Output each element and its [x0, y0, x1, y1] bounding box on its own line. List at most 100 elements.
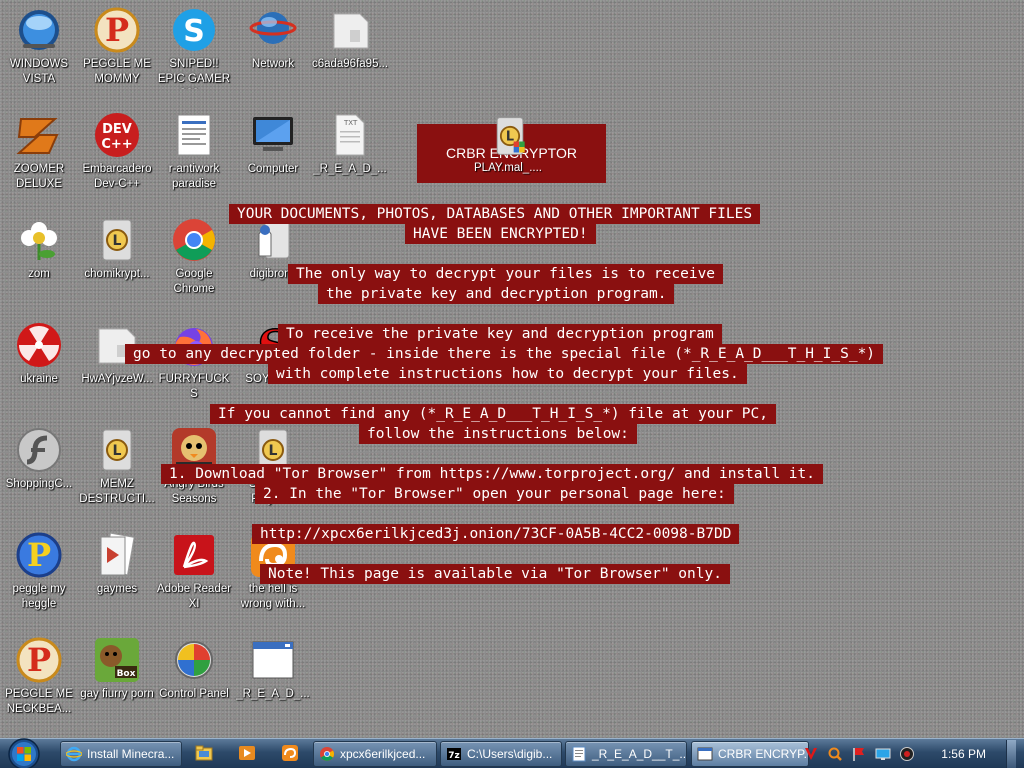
- desktop-icon-gay-fiurry-porn[interactable]: Box gay fiurry porn: [78, 630, 156, 732]
- desktop-icon-sniped[interactable]: S SNIPED!! EPIC GAMER 360...: [155, 0, 233, 102]
- taskbar-item-7zip[interactable]: 7z C:\Users\digib...: [440, 741, 562, 767]
- taskbar: Install Minecra... xpcx6erilkjced... 7z …: [0, 738, 1024, 768]
- desktop-icon-adobe-reader[interactable]: Adobe Reader XI: [155, 525, 233, 627]
- box-game-icon: Box: [93, 636, 141, 684]
- control-panel-icon: [170, 636, 218, 684]
- computer-icon: [249, 111, 297, 159]
- desktop-icon-zoomer-deluxe[interactable]: ZOOMER DELUXE: [0, 105, 78, 207]
- ransom-line: follow the instructions below:: [359, 424, 637, 444]
- monitor-icon[interactable]: [875, 746, 891, 762]
- icon-label: MEMZ DESTRUCTI...: [79, 478, 155, 505]
- icon-label: _R_E_A_D_...: [236, 688, 310, 700]
- show-desktop-button[interactable]: [1006, 740, 1016, 768]
- desktop-icon-peggle-me-mommy[interactable]: P PEGGLE ME MOMMY: [78, 0, 156, 102]
- adobe-reader-icon: [170, 531, 218, 579]
- ie-icon: [66, 746, 82, 762]
- icon-label: zom: [28, 268, 50, 280]
- uc-browser-icon[interactable]: [281, 744, 299, 762]
- icon-label: gaymes: [96, 583, 138, 595]
- icon-label: chomikrypt...: [84, 268, 150, 280]
- taskbar-item-label: xpcx6erilkjced...: [340, 747, 426, 761]
- blank-file-icon: [326, 6, 374, 54]
- ransom-file-icon: L: [93, 426, 141, 474]
- explorer-icon[interactable]: [195, 744, 213, 762]
- desktop-icon-windows-vista[interactable]: WINDOWS VISTA: [0, 0, 78, 102]
- ransom-file-icon[interactable]: L: [488, 113, 532, 159]
- desktop-icon-gaymes[interactable]: gaymes: [78, 525, 156, 627]
- icon-label: FURRYFUCKS: [158, 373, 230, 400]
- taskbar-item-chrome[interactable]: xpcx6erilkjced...: [313, 741, 437, 767]
- taskbar-item-label: Install Minecra...: [87, 747, 175, 761]
- ransom-url[interactable]: http://xpcx6erilkjced3j.onion/73CF-0A5B-…: [252, 524, 740, 544]
- ransom-file-label: PLAY.mal_....: [474, 162, 542, 174]
- desktop-icon-google-chrome[interactable]: Google Chrome: [155, 210, 233, 312]
- taskbar-item-crbr-encryptor[interactable]: CRBR ENCRYP...: [691, 741, 809, 767]
- ransom-line: go to any decrypted folder - inside ther…: [125, 344, 884, 364]
- desktop-icon-peggle-me-neckbea[interactable]: P PEGGLE ME NECKBEA...: [0, 630, 78, 732]
- vista-orb-icon: [15, 6, 63, 54]
- desktop-icon-c6ada96fa95[interactable]: c6ada96fa95...: [311, 0, 389, 102]
- zoomer-icon: [15, 111, 63, 159]
- desktop-icon-ukraine[interactable]: ukraine: [0, 315, 78, 417]
- ransom-line: YOUR DOCUMENTS, PHOTOS, DATABASES AND OT…: [229, 204, 761, 224]
- desktop-icon-read-this-window[interactable]: _R_E_A_D_...: [234, 630, 312, 732]
- icon-label: ZOOMER DELUXE: [13, 163, 65, 190]
- icon-label: HwAYjvzeW...: [81, 373, 153, 385]
- clock[interactable]: 1:56 PM: [941, 747, 986, 761]
- peggle-icon: P: [15, 531, 63, 579]
- svg-text:7z: 7z: [448, 751, 460, 761]
- desktop-icon-dev-cpp[interactable]: DEV C++ Embarcadero Dev-C++: [78, 105, 156, 207]
- svg-text:DEV: DEV: [102, 122, 132, 137]
- desktop-icon-memz[interactable]: L MEMZ DESTRUCTI...: [78, 420, 156, 522]
- desktop-icon-network[interactable]: Network: [234, 0, 312, 102]
- ransom-line: The only way to decrypt your files is to…: [288, 264, 724, 284]
- ransom-line: the private key and decryption program.: [318, 284, 675, 304]
- flower-icon: [15, 216, 63, 264]
- network-icon: [249, 6, 297, 54]
- desktop-icon-computer[interactable]: Computer: [234, 105, 312, 207]
- devcpp-icon: DEV C++: [93, 111, 141, 159]
- window-icon: [697, 746, 713, 762]
- ransom-line: HAVE BEEN ENCRYPTED!: [405, 224, 596, 244]
- desktop-icon-hwayjvzew[interactable]: HwAYjvzeW...: [78, 315, 156, 417]
- chrome-icon: [319, 746, 335, 762]
- desktop-icon-control-panel[interactable]: Control Panel: [155, 630, 233, 732]
- svg-text:L: L: [113, 233, 122, 249]
- desktop-icon-shoppingc[interactable]: ShoppingC...: [0, 420, 78, 522]
- svg-text:C++: C++: [101, 137, 132, 152]
- radiation-icon: [15, 321, 63, 369]
- desktop-icon-peggle-my-heggle[interactable]: P peggle my heggle: [0, 525, 78, 627]
- svg-text:S: S: [183, 14, 205, 49]
- desktop-icon-digibrony[interactable]: digibrony: [234, 210, 312, 312]
- svg-text:L: L: [113, 443, 122, 459]
- icon-label: WINDOWS VISTA: [9, 58, 69, 85]
- desktop-icon-chomikrypt[interactable]: L chomikrypt...: [78, 210, 156, 312]
- desktop-icon-furryfucks[interactable]: FURRYFUCKS: [155, 315, 233, 417]
- icon-label: r-antiwork paradise: [168, 163, 220, 190]
- icon-label: the hell is wrong with...: [240, 583, 306, 610]
- flag-icon[interactable]: [851, 746, 867, 762]
- notepad-icon: [571, 746, 587, 762]
- search-tray-icon[interactable]: [827, 746, 843, 762]
- taskbar-item-label: _R_E_A_D__T_...: [592, 747, 687, 761]
- svg-text:TXT: TXT: [343, 119, 358, 127]
- ransom-line: If you cannot find any (*_R_E_A_D___T_H_…: [210, 404, 776, 424]
- ransom-line: To receive the private key and decryptio…: [278, 324, 722, 344]
- icon-label: Computer: [247, 163, 299, 175]
- icon-label: gay fiurry porn: [80, 688, 154, 700]
- taskbar-item-install-minecraft[interactable]: Install Minecra...: [60, 741, 182, 767]
- media-player-icon[interactable]: [238, 744, 256, 762]
- taskbar-item-label: C:\Users\digib...: [467, 747, 553, 761]
- start-button[interactable]: [4, 737, 44, 768]
- volume-icon[interactable]: [899, 746, 915, 762]
- ransom-line: with complete instructions how to decryp…: [268, 364, 747, 384]
- taskbar-item-label: CRBR ENCRYP...: [718, 747, 809, 761]
- desktop-icon-read-this-txt[interactable]: TXT _R_E_A_D_...: [311, 105, 389, 207]
- desktop-icon-r-antiwork[interactable]: r-antiwork paradise: [155, 105, 233, 207]
- icon-label: Control Panel: [159, 688, 229, 700]
- taskbar-item-notepad[interactable]: _R_E_A_D__T_...: [565, 741, 687, 767]
- antivirus-v-icon[interactable]: [803, 746, 819, 762]
- icon-label: Network: [251, 58, 295, 70]
- desktop-icon-zom[interactable]: zom: [0, 210, 78, 312]
- icon-label: Adobe Reader XI: [156, 583, 232, 610]
